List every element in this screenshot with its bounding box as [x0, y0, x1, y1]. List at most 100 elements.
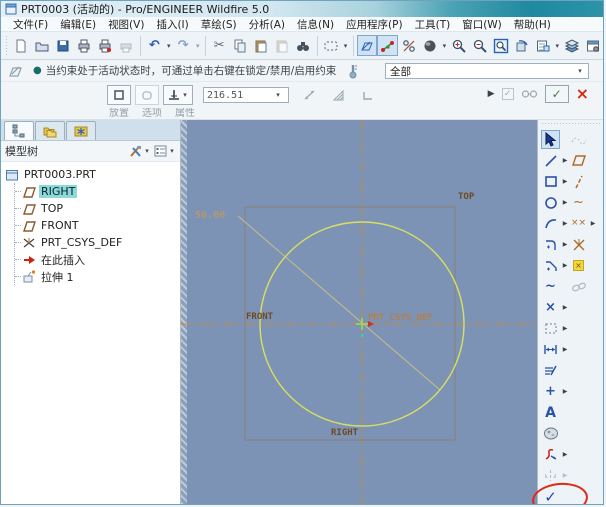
menu-help[interactable]: 帮助(H): [508, 17, 557, 32]
new-file-button[interactable]: [11, 35, 32, 56]
paste-button[interactable]: [251, 35, 272, 56]
tree-item-part[interactable]: PRT0003.PRT: [5, 166, 180, 183]
trim-tool-button[interactable]: [541, 445, 560, 464]
message-filter-select[interactable]: 全部 ▾: [385, 63, 589, 79]
depth-value-input[interactable]: [204, 90, 274, 101]
layers-button[interactable]: [561, 35, 582, 56]
constrain-flyout[interactable]: ▶: [561, 388, 569, 395]
verify-glasses-icon[interactable]: [521, 88, 538, 100]
fillet-tool-button[interactable]: [541, 235, 560, 254]
menu-file[interactable]: 文件(F): [7, 17, 54, 32]
redo-dropdown[interactable]: ▾: [194, 42, 202, 50]
tab-properties[interactable]: 属性: [175, 108, 195, 119]
preview-checkbox[interactable]: ✓: [502, 88, 514, 100]
trim-flyout[interactable]: ▶: [561, 451, 569, 458]
toolbar-grip[interactable]: [5, 36, 9, 56]
point-flyout[interactable]: ▶: [561, 304, 569, 311]
tab-options[interactable]: 选项: [142, 108, 162, 119]
print-marked-button[interactable]: [95, 35, 116, 56]
tree-filters-button[interactable]: ▾: [128, 144, 151, 158]
text-tool-button[interactable]: A: [541, 403, 560, 422]
secondary-centerline-button[interactable]: [569, 172, 588, 191]
point-tool-button[interactable]: ×: [541, 298, 560, 317]
cancel-button[interactable]: ×: [576, 87, 589, 101]
plot-button[interactable]: [116, 35, 137, 56]
front-plane-tag[interactable]: FRONT: [246, 312, 273, 322]
tree-settings-dropdown[interactable]: ▾: [168, 147, 176, 155]
resume-icon[interactable]: ▶: [488, 89, 495, 99]
palette-tool-button[interactable]: [541, 424, 560, 443]
menu-info[interactable]: 信息(N): [291, 17, 340, 32]
tab-placement[interactable]: 放置: [109, 108, 129, 119]
select-tool-button[interactable]: [541, 130, 560, 149]
sketch-orientation-button[interactable]: [357, 35, 378, 56]
saved-views-button[interactable]: [532, 35, 553, 56]
filter-dropdown-arrow[interactable]: ▾: [576, 67, 584, 75]
tree-item-label[interactable]: 拉伸 1: [39, 269, 76, 285]
line-flyout[interactable]: ▶: [561, 157, 569, 164]
saved-views-dropdown[interactable]: ▾: [553, 42, 561, 50]
tab-model-tree[interactable]: [4, 121, 34, 140]
rectangle-flyout[interactable]: ▶: [561, 178, 569, 185]
dimension-flyout[interactable]: ▶: [561, 346, 569, 353]
depth-value-dropdown[interactable]: ▾: [274, 91, 282, 99]
modify-tool-button[interactable]: [541, 361, 560, 380]
view-manager-button[interactable]: [582, 35, 603, 56]
graphics-area[interactable]: 50.00 TOP FRONT RIGHT PRT_CSYS_DEF: [181, 120, 537, 504]
secondary-sketch-point-button[interactable]: ×: [569, 256, 588, 275]
secondary-parallelogram-button[interactable]: [569, 151, 588, 170]
tree-filters-dropdown[interactable]: ▾: [143, 147, 151, 155]
refit-button[interactable]: [490, 35, 511, 56]
fillet-flyout[interactable]: ▶: [561, 241, 569, 248]
constrain-tool-button[interactable]: +: [541, 382, 560, 401]
cut-button[interactable]: ✂: [209, 35, 230, 56]
tree-item-label[interactable]: TOP: [39, 202, 65, 215]
print-button[interactable]: [74, 35, 95, 56]
undo-dropdown[interactable]: ▾: [165, 42, 173, 50]
top-plane-tag[interactable]: TOP: [458, 192, 474, 202]
display-style-dropdown[interactable]: ▾: [440, 42, 448, 50]
circle-tool-button[interactable]: [541, 193, 560, 212]
tree-item-label[interactable]: FRONT: [39, 219, 81, 232]
right-plane-tag[interactable]: RIGHT: [331, 428, 358, 438]
paste-special-button[interactable]: [272, 35, 293, 56]
use-edge-tool-button[interactable]: [541, 319, 560, 338]
internal-section-button[interactable]: [107, 85, 131, 105]
tab-favorites[interactable]: [66, 121, 96, 140]
dimension-tool-button[interactable]: [541, 340, 560, 359]
line-tool-button[interactable]: [541, 151, 560, 170]
chamfer-flyout[interactable]: ▶: [561, 262, 569, 269]
tree-item-top-plane[interactable]: TOP: [15, 200, 180, 217]
tree-item-csys[interactable]: PRT_CSYS_DEF: [15, 234, 180, 251]
menu-applications[interactable]: 应用程序(P): [340, 17, 409, 32]
tree-item-insert-here[interactable]: 在此插入: [15, 251, 180, 268]
save-button[interactable]: [53, 35, 74, 56]
tree-item-label[interactable]: PRT0003.PRT: [22, 168, 98, 181]
tree-item-label[interactable]: 在此插入: [39, 252, 87, 268]
points-flyout[interactable]: ▶: [589, 220, 597, 227]
datum-display-button[interactable]: [377, 35, 398, 56]
tree-settings-button[interactable]: ▾: [153, 144, 176, 158]
secondary-conic-button[interactable]: ~: [569, 193, 588, 212]
selection-filter-dropdown[interactable]: ▾: [342, 42, 350, 50]
tree-item-extrude[interactable]: 拉伸 1: [15, 268, 180, 285]
apply-button[interactable]: ✓: [545, 85, 569, 103]
copy-button[interactable]: [230, 35, 251, 56]
sketch-done-button[interactable]: ✓: [541, 487, 560, 505]
reorient-button[interactable]: [511, 35, 532, 56]
depth-value-field[interactable]: ▾: [203, 87, 289, 103]
display-style-button[interactable]: [419, 35, 440, 56]
arc-tool-button[interactable]: [541, 214, 560, 233]
tree-item-label[interactable]: PRT_CSYS_DEF: [39, 236, 124, 249]
chamfer-tool-button[interactable]: [541, 256, 560, 275]
menu-tools[interactable]: 工具(T): [409, 17, 457, 32]
use-edge-flyout[interactable]: ▶: [561, 325, 569, 332]
undo-button[interactable]: ↶: [144, 35, 165, 56]
secondary-csys-button[interactable]: [569, 235, 588, 254]
tree-item-label[interactable]: RIGHT: [39, 185, 77, 198]
sketcher-display-button[interactable]: [398, 35, 419, 56]
menu-analysis[interactable]: 分析(A): [243, 17, 291, 32]
zoom-out-button[interactable]: [469, 35, 490, 56]
menu-edit[interactable]: 编辑(E): [54, 17, 102, 32]
diameter-dimension-value[interactable]: 50.00: [195, 210, 225, 221]
